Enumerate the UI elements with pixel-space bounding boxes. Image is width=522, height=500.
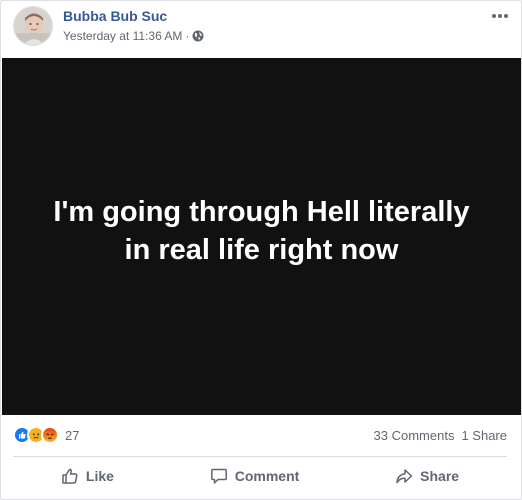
post-header: Bubba Bub Suc Yesterday at 11:36 AM · <box>13 4 513 52</box>
reaction-count: 27 <box>65 427 80 443</box>
avatar-photo <box>14 7 52 45</box>
post-meta: Yesterday at 11:36 AM · <box>63 29 204 43</box>
post-card: Bubba Bub Suc Yesterday at 11:36 AM · I' <box>0 0 522 500</box>
thumbs-up-icon <box>62 468 78 484</box>
more-dots-icon[interactable] <box>487 6 513 26</box>
comment-button[interactable]: Comment <box>196 460 314 492</box>
post-stats: 27 33 Comments 1 Share <box>13 421 507 449</box>
avatar[interactable] <box>13 6 53 46</box>
share-button[interactable]: Share <box>381 460 473 492</box>
angry-reaction-icon <box>41 426 59 444</box>
post-image-text: I'm going through Hell literally in real… <box>53 195 470 266</box>
reactions-summary[interactable]: 27 <box>13 426 79 444</box>
comment-icon <box>210 468 227 484</box>
engagement-counts: 33 Comments 1 Share <box>374 428 507 443</box>
share-arrow-icon <box>396 469 413 484</box>
post-image[interactable]: I'm going through Hell literally in real… <box>2 58 521 415</box>
actions-divider <box>13 456 507 457</box>
meta-separator: · <box>185 29 190 43</box>
comments-count-link[interactable]: 33 Comments <box>374 428 455 443</box>
post-actions: Like Comment Share <box>13 459 507 493</box>
globe-icon[interactable] <box>192 30 204 42</box>
author-name[interactable]: Bubba Bub Suc <box>63 8 167 24</box>
share-label: Share <box>420 468 460 484</box>
like-button[interactable]: Like <box>47 460 128 492</box>
like-label: Like <box>85 468 114 484</box>
comment-label: Comment <box>234 468 300 484</box>
shares-count-link[interactable]: 1 Share <box>461 428 507 443</box>
post-timestamp[interactable]: Yesterday at 11:36 AM <box>63 29 182 43</box>
